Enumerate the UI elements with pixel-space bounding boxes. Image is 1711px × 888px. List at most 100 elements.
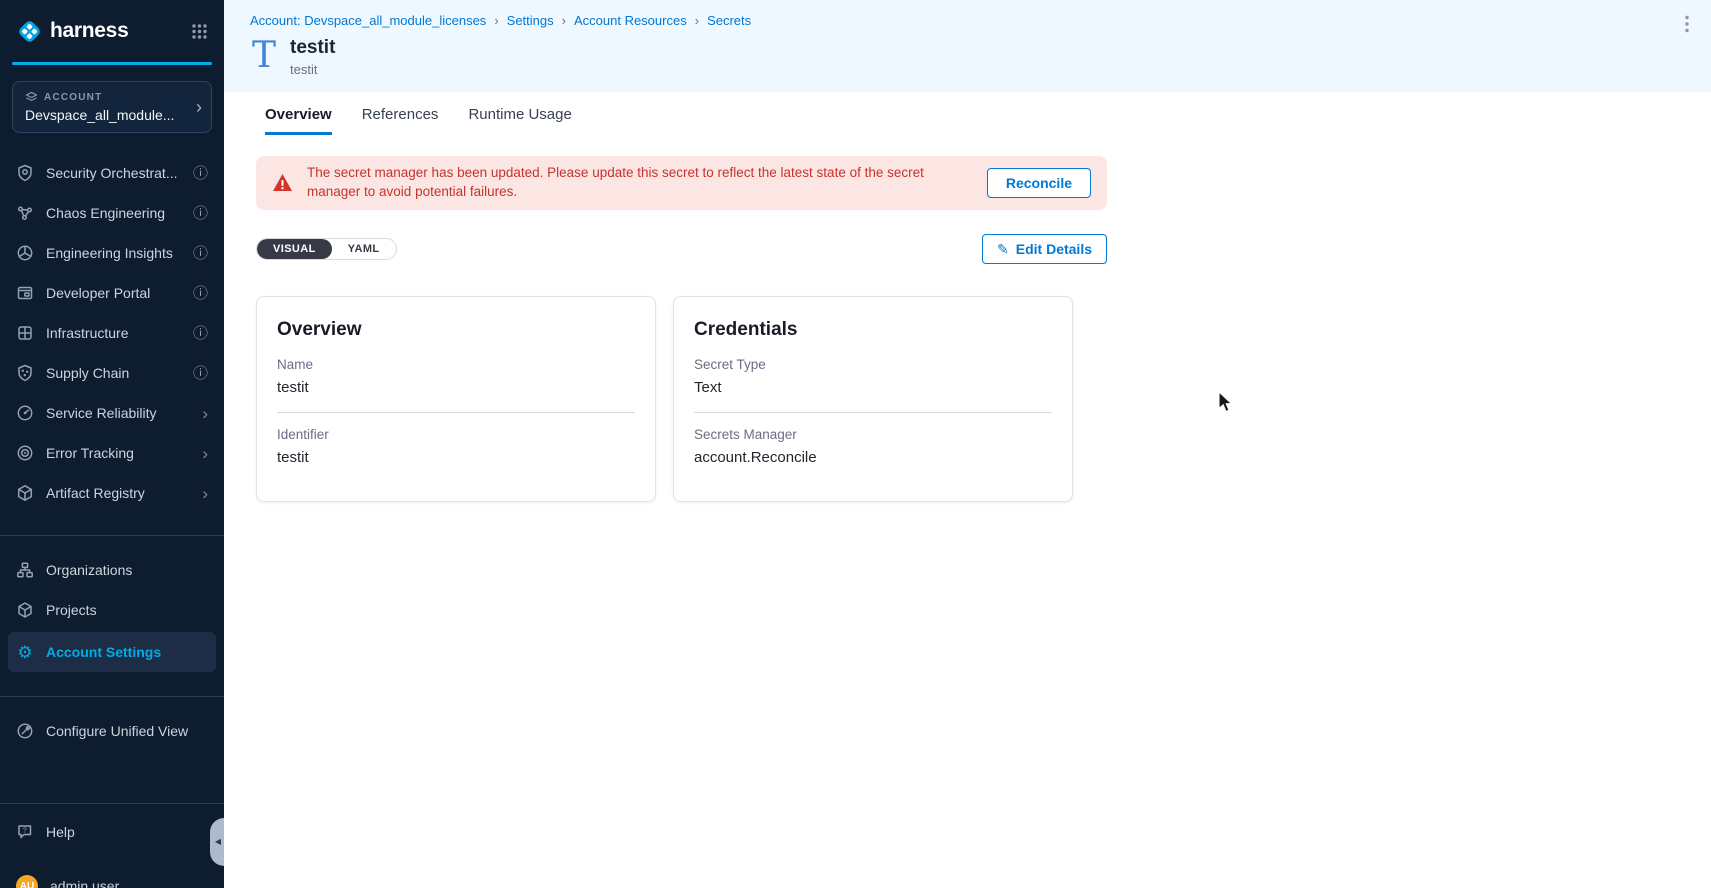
secret-manager-warning-banner: The secret manager has been updated. Ple… — [256, 156, 1107, 210]
sidebar-item-user-profile[interactable]: AU admin user — [0, 866, 224, 888]
reconcile-button[interactable]: Reconcile — [987, 168, 1091, 198]
sidebar-item-service-reliability[interactable]: Service Reliability › — [0, 393, 224, 433]
card-title: Overview — [277, 319, 635, 341]
sidebar-item-error-tracking[interactable]: Error Tracking › — [0, 433, 224, 473]
sidebar-item-label: Help — [46, 824, 208, 840]
brand-accent-line — [12, 62, 212, 65]
sidebar-item-engineering-insights[interactable]: Engineering Insights ⓘ — [0, 233, 224, 273]
unified-view-icon — [16, 722, 34, 740]
avatar: AU — [16, 875, 38, 888]
sidebar-item-label: Chaos Engineering — [46, 205, 181, 221]
pencil-icon: ✎ — [997, 242, 1009, 256]
infrastructure-icon — [16, 324, 34, 342]
artifact-registry-icon — [16, 484, 34, 502]
tab-references[interactable]: References — [362, 106, 439, 135]
breadcrumb-account-link[interactable]: Account: Devspace_all_module_licenses — [250, 13, 486, 28]
info-icon[interactable]: ⓘ — [193, 206, 208, 221]
account-scope-label: ACCOUNT — [44, 92, 102, 103]
security-orchestration-icon — [16, 164, 34, 182]
supply-chain-icon — [16, 364, 34, 382]
sidebar-item-account-settings[interactable]: ⚙ Account Settings — [8, 632, 216, 672]
breadcrumb-separator: › — [562, 13, 566, 28]
sidebar-item-label: Artifact Registry — [46, 485, 190, 501]
sidebar-item-label: Projects — [46, 602, 208, 618]
chevron-right-icon: › — [202, 485, 208, 502]
sidebar-item-infrastructure[interactable]: Infrastructure ⓘ — [0, 313, 224, 353]
field-label: Secrets Manager — [694, 427, 1052, 442]
gear-icon: ⚙ — [16, 643, 34, 661]
visual-yaml-toggle: VISUAL YAML — [256, 238, 397, 260]
overview-card: Overview Name testit Identifier testit — [256, 296, 656, 502]
field-divider — [277, 412, 635, 413]
warning-message: The secret manager has been updated. Ple… — [307, 164, 955, 202]
sidebar-item-supply-chain[interactable]: Supply Chain ⓘ — [0, 353, 224, 393]
projects-icon — [16, 601, 34, 619]
breadcrumb-settings-link[interactable]: Settings — [507, 13, 554, 28]
sidebar-item-security-orchestration[interactable]: Security Orchestrat... ⓘ — [0, 153, 224, 193]
sidebar-divider — [0, 803, 224, 804]
harness-logo[interactable]: harness — [16, 18, 128, 45]
sidebar-item-label: Error Tracking — [46, 445, 190, 461]
card-title: Credentials — [694, 319, 1052, 341]
toolbar: VISUAL YAML ✎ Edit Details — [256, 234, 1107, 264]
help-icon: ? — [16, 823, 34, 841]
organizations-icon — [16, 561, 34, 579]
brand-name: harness — [50, 19, 128, 43]
breadcrumb-account-resources-link[interactable]: Account Resources — [574, 13, 687, 28]
secret-text-type-icon: T — [252, 37, 276, 73]
edit-details-button[interactable]: ✎ Edit Details — [982, 234, 1107, 264]
info-icon[interactable]: ⓘ — [193, 166, 208, 181]
info-icon[interactable]: ⓘ — [193, 286, 208, 301]
error-tracking-icon — [16, 444, 34, 462]
sidebar-item-projects[interactable]: Projects — [0, 590, 224, 630]
info-icon[interactable]: ⓘ — [193, 246, 208, 261]
field-label: Identifier — [277, 427, 635, 442]
toggle-visual[interactable]: VISUAL — [257, 239, 332, 259]
toggle-yaml[interactable]: YAML — [332, 239, 396, 259]
service-reliability-icon — [16, 404, 34, 422]
tab-bar: Overview References Runtime Usage — [224, 92, 1711, 135]
engineering-insights-icon — [16, 244, 34, 262]
sidebar-item-artifact-registry[interactable]: Artifact Registry › — [0, 473, 224, 513]
info-icon[interactable]: ⓘ — [193, 326, 208, 341]
field-label: Secret Type — [694, 357, 1052, 372]
field-divider — [694, 412, 1052, 413]
chevron-right-icon: › — [202, 405, 208, 422]
field-value: account.Reconcile — [694, 449, 1052, 466]
info-icon[interactable]: ⓘ — [193, 366, 208, 381]
sidebar-divider — [0, 535, 224, 536]
sidebar-item-label: Organizations — [46, 562, 208, 578]
sidebar-item-label: Service Reliability — [46, 405, 190, 421]
sidebar-item-configure-unified-view[interactable]: Configure Unified View — [0, 711, 224, 751]
field-value: testit — [277, 449, 635, 466]
sidebar-item-organizations[interactable]: Organizations — [0, 550, 224, 590]
main-content: Account: Devspace_all_module_licenses › … — [224, 0, 1711, 888]
chevron-right-icon: › — [202, 445, 208, 462]
sidebar-item-label: Supply Chain — [46, 365, 181, 381]
collapse-left-icon: ◀ — [215, 838, 221, 846]
sidebar-item-help[interactable]: ? Help — [0, 812, 224, 852]
breadcrumb-secrets-link[interactable]: Secrets — [707, 13, 751, 28]
sidebar-item-label: Engineering Insights — [46, 245, 181, 261]
sidebar-collapse-handle[interactable]: ◀ — [210, 818, 224, 866]
field-value: testit — [277, 379, 635, 396]
module-grid-icon[interactable] — [191, 23, 208, 40]
sidebar-item-label: Account Settings — [46, 644, 208, 660]
account-name: Devspace_all_module... — [25, 107, 185, 123]
sidebar-item-chaos-engineering[interactable]: Chaos Engineering ⓘ — [0, 193, 224, 233]
sidebar-item-label: Configure Unified View — [46, 723, 208, 739]
breadcrumb: Account: Devspace_all_module_licenses › … — [250, 13, 751, 28]
field-label: Name — [277, 357, 635, 372]
chevron-right-icon: › — [196, 98, 202, 116]
warning-triangle-icon — [272, 173, 293, 192]
sidebar-item-label: Developer Portal — [46, 285, 181, 301]
tab-overview[interactable]: Overview — [265, 106, 332, 135]
sidebar-divider — [0, 696, 224, 697]
edit-details-label: Edit Details — [1016, 241, 1092, 257]
svg-text:?: ? — [23, 826, 27, 835]
kebab-menu-icon[interactable] — [1681, 11, 1693, 37]
tab-runtime-usage[interactable]: Runtime Usage — [468, 106, 571, 135]
account-switcher[interactable]: ACCOUNT Devspace_all_module... › — [12, 81, 212, 133]
page-subtitle: testit — [290, 62, 335, 77]
sidebar-item-developer-portal[interactable]: Developer Portal ⓘ — [0, 273, 224, 313]
